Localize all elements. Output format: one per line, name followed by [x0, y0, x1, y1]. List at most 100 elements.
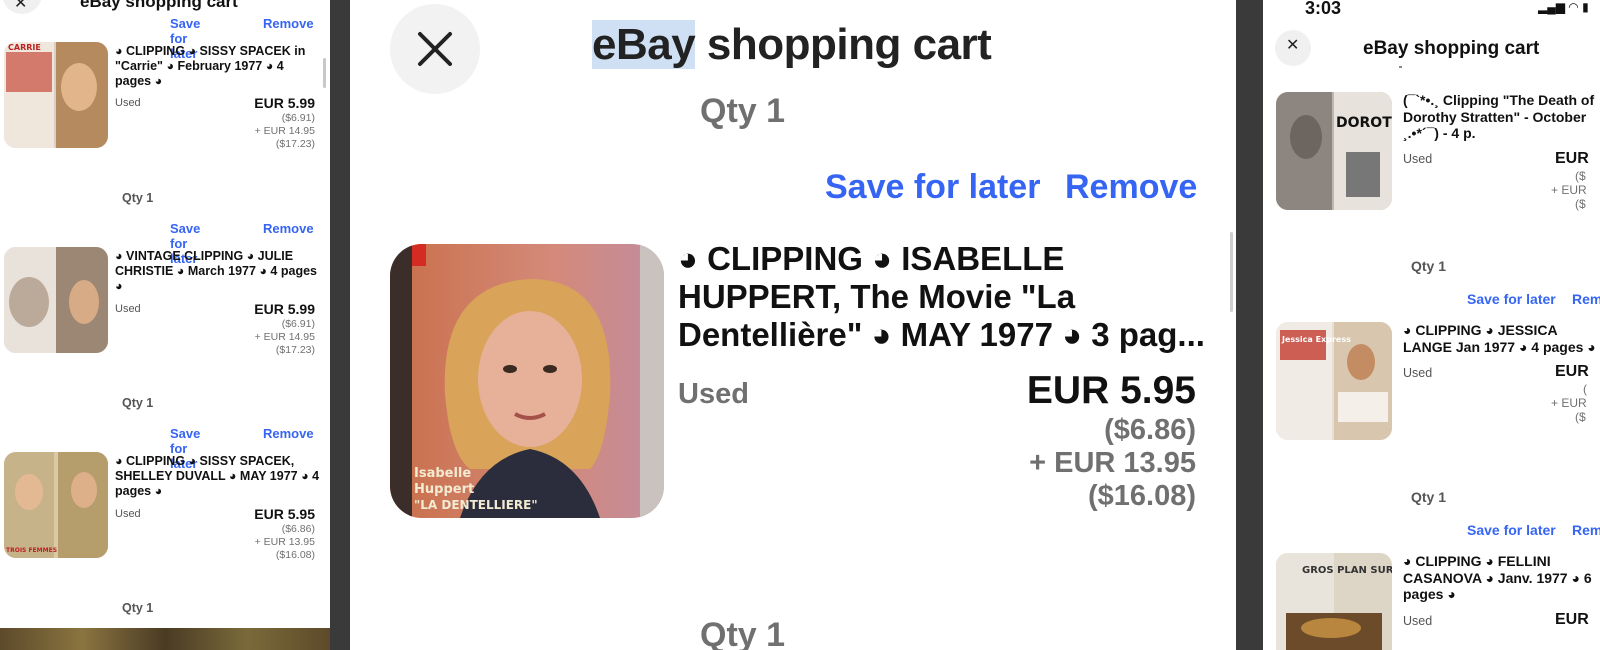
save-for-later-button[interactable]: Save for later	[1467, 291, 1556, 307]
save-for-later-button[interactable]: Save for later	[1467, 522, 1556, 538]
item-price-usd: ($6.86)	[281, 523, 315, 535]
thumb-caption: Huppert	[414, 482, 474, 497]
remove-button[interactable]: Remove	[263, 426, 314, 441]
item-title[interactable]: ◕ CLIPPING ◕ ISABELLE HUPPERT, The Movie…	[678, 240, 1218, 354]
qty-selector[interactable]: Qty 1	[1411, 258, 1446, 274]
remove-button[interactable]: Remove	[263, 16, 314, 31]
item-price-block: EUR 5.99 ($6.91) + EUR 14.95 ($17.23)	[254, 300, 315, 357]
close-button[interactable]	[390, 4, 480, 94]
item-shipping-usd: ($16.08)	[1087, 480, 1196, 512]
close-icon	[418, 32, 452, 66]
item-condition: Used	[115, 508, 141, 520]
item-price: EUR	[1555, 363, 1589, 380]
item-shipping: + EUR 14.95	[254, 125, 315, 137]
item-shipping-usd: ($17.23)	[275, 344, 315, 356]
item-price-block: EUR ($ + EUR ($	[1551, 149, 1589, 211]
item-price-usd: ($6.91)	[281, 112, 315, 124]
item-condition: Used	[1403, 614, 1433, 628]
thumb-text: DOROTHY	[1336, 115, 1392, 131]
clipping-image: Isabelle Huppert "LA DENTELLIERE"	[390, 244, 664, 518]
item-price-block: EUR 5.99 ($6.91) + EUR 14.95 ($17.23)	[254, 94, 315, 151]
thumb-caption: Isabelle	[414, 466, 471, 481]
item-shipping-usd: ($	[1575, 197, 1586, 211]
scrollbar[interactable]	[323, 58, 326, 88]
qty-selector[interactable]: Qty 1	[122, 601, 153, 615]
close-icon: ✕	[14, 0, 28, 12]
thumb-text: Jessica Express	[1281, 335, 1351, 344]
item-title[interactable]: ◕ CLIPPING ◕ SISSY SPACEK, SHELLEY DUVAL…	[115, 454, 320, 499]
title-highlighted-word: eBay	[592, 20, 696, 69]
item-price: EUR 5.99	[254, 301, 315, 317]
middle-cart-pane: eBay shopping cart Qty 1 Save for later …	[350, 0, 1236, 650]
clipping-image	[4, 247, 108, 353]
item-price-block: EUR ( + EUR ($	[1551, 362, 1589, 424]
clipping-image: TROIS FEMMES	[4, 452, 108, 558]
title-rest: shopping cart	[695, 20, 992, 69]
close-button[interactable]: ✕	[2, 0, 42, 14]
item-shipping: + EUR	[1551, 396, 1587, 410]
item-price-block: EUR	[1555, 610, 1589, 630]
close-button[interactable]: ✕	[1275, 30, 1311, 66]
item-price-usd: (	[1583, 382, 1587, 396]
page-title: eBay shopping cart	[1363, 38, 1540, 59]
qty-selector[interactable]: Qty 1	[1411, 489, 1446, 505]
close-icon: ✕	[1286, 37, 1300, 54]
item-title[interactable]: (¯`*•.¸ Clipping "The Death of Dorothy S…	[1403, 92, 1600, 142]
item-thumbnail[interactable]: TROIS FEMMES	[4, 452, 108, 558]
item-title[interactable]: ◕ CLIPPING ◕ SISSY SPACEK in "Carrie" ◕ …	[115, 44, 320, 89]
item-shipping-usd: ($17.23)	[275, 138, 315, 150]
item-shipping-usd: ($16.08)	[275, 549, 315, 561]
item-shipping: + EUR 14.95	[254, 331, 315, 343]
item-price-block: EUR 5.95 ($6.86) + EUR 13.95 ($16.08)	[254, 505, 315, 562]
item-condition: Used	[115, 303, 141, 315]
next-item-thumbnail-partial	[0, 628, 330, 650]
item-price: EUR 5.95	[1026, 369, 1196, 412]
left-cart-pane: ✕ eBay shopping cart Save for later Remo…	[0, 0, 330, 650]
item-condition: Used	[1403, 152, 1433, 166]
qty-selector[interactable]: Qty 1	[122, 396, 153, 410]
page-title: eBay shopping cart	[592, 20, 992, 70]
clipping-image: GROS PLAN SUR	[1276, 553, 1392, 650]
qty-selector[interactable]: Qty 1	[700, 92, 785, 131]
item-thumbnail[interactable]: Jessica Express	[1276, 322, 1392, 440]
remove-button[interactable]: Rem	[1572, 522, 1600, 538]
item-shipping: + EUR 13.95	[1029, 447, 1196, 479]
divider	[1399, 66, 1402, 68]
item-price: EUR	[1555, 150, 1589, 167]
item-thumbnail[interactable]: DOROTHY	[1276, 92, 1392, 210]
right-cart-pane: 3:03 ▂▄▆ ◠ ▮ ✕ eBay shopping cart DOROTH…	[1263, 0, 1600, 650]
item-shipping: + EUR 13.95	[254, 536, 315, 548]
page-title: eBay shopping cart	[80, 0, 238, 11]
item-shipping: + EUR	[1551, 183, 1587, 197]
qty-selector[interactable]: Qty 1	[700, 616, 785, 650]
item-thumbnail[interactable]: CARRIE	[4, 42, 108, 148]
item-condition: Used	[678, 378, 749, 410]
status-bar-time: 3:03	[1305, 0, 1342, 18]
item-thumbnail[interactable]: GROS PLAN SUR	[1276, 553, 1392, 650]
thumb-text: CARRIE	[8, 43, 41, 52]
remove-button[interactable]: Rem	[1572, 291, 1600, 307]
item-price: EUR 5.95	[254, 506, 315, 522]
item-shipping-usd: ($	[1575, 410, 1586, 424]
remove-button[interactable]: Remove	[1065, 168, 1197, 207]
qty-selector[interactable]: Qty 1	[122, 191, 153, 205]
item-price-usd: ($6.91)	[281, 318, 315, 330]
thumb-text: GROS PLAN SUR	[1302, 565, 1392, 576]
item-title[interactable]: ◕ VINTAGE CLIPPING ◕ JULIE CHRISTIE ◕ Ma…	[115, 249, 320, 294]
item-condition: Used	[115, 97, 141, 109]
remove-button[interactable]: Remove	[263, 221, 314, 236]
item-thumbnail[interactable]	[4, 247, 108, 353]
save-for-later-button[interactable]: Save for later	[825, 168, 1040, 207]
item-title[interactable]: ◕ CLIPPING ◕ FELLINI CASANOVA ◕ Janv. 19…	[1403, 553, 1600, 603]
status-bar-icons: ▂▄▆ ◠ ▮	[1538, 0, 1589, 14]
item-thumbnail[interactable]: Isabelle Huppert "LA DENTELLIERE"	[390, 244, 664, 518]
item-price-usd: ($6.86)	[1104, 414, 1196, 446]
item-price: EUR	[1555, 611, 1589, 628]
clipping-image: DOROTHY	[1276, 92, 1392, 210]
item-price-usd: ($	[1575, 169, 1586, 183]
thumb-caption: "LA DENTELLIERE"	[414, 498, 538, 512]
item-title[interactable]: ◕ CLIPPING ◕ JESSICA LANGE Jan 1977 ◕ 4 …	[1403, 322, 1600, 355]
item-price-block: EUR 5.95 ($6.86) + EUR 13.95 ($16.08)	[1027, 368, 1196, 513]
scrollbar[interactable]	[1230, 232, 1233, 312]
thumb-text: TROIS FEMMES	[6, 547, 57, 554]
